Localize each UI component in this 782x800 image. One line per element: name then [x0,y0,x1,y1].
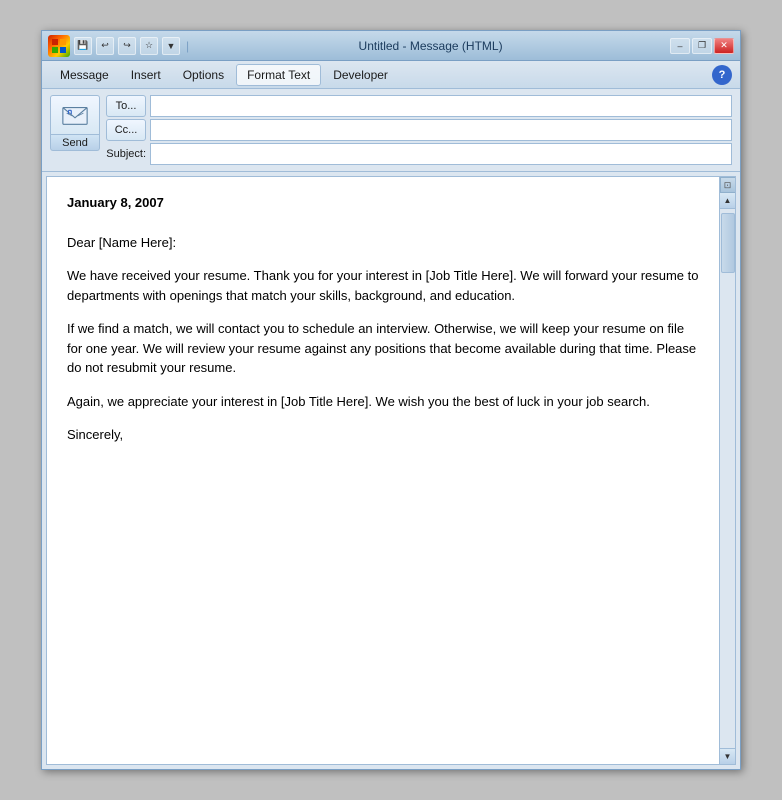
email-paragraph1: We have received your resume. Thank you … [67,266,699,305]
menu-message[interactable]: Message [50,65,119,85]
email-closing: Sincerely, [67,425,699,445]
scrollbar: ⊡ ▲ ▼ [719,177,735,764]
send-container: Send [50,95,100,151]
email-paragraph2: If we find a match, we will contact you … [67,319,699,378]
separator: | [186,39,189,53]
to-button[interactable]: To... [106,95,146,117]
body-area: January 8, 2007 Dear [Name Here]: We hav… [46,176,736,765]
subject-label: Subject: [106,148,146,160]
fields-container: To... Cc... Subject: [106,95,732,165]
send-label[interactable]: Send [50,135,100,151]
email-greeting: Dear [Name Here]: [67,233,699,253]
cc-row: Cc... [106,119,732,141]
scroll-up-button[interactable]: ▲ [720,193,736,209]
undo-button[interactable]: ↩ [96,37,114,55]
save-button[interactable]: 💾 [74,37,92,55]
title-bar: 💾 ↩ ↪ ☆ ▼ | Untitled - Message (HTML) – … [42,31,740,61]
menu-bar: Message Insert Options Format Text Devel… [42,61,740,89]
scroll-thumb[interactable] [721,213,735,273]
menu-developer[interactable]: Developer [323,65,398,85]
subject-row: Subject: [106,143,732,165]
cc-button[interactable]: Cc... [106,119,146,141]
send-icon-box[interactable] [50,95,100,135]
pin-button[interactable]: ☆ [140,37,158,55]
to-input[interactable] [150,95,732,117]
office-button[interactable] [48,35,70,57]
menu-options[interactable]: Options [173,65,234,85]
compose-header: Send To... Cc... Subject: [42,89,740,172]
close-button[interactable]: ✕ [714,38,734,54]
email-paragraph3: Again, we appreciate your interest in [J… [67,392,699,412]
scroll-top-icon: ⊡ [720,177,736,193]
outlook-window: 💾 ↩ ↪ ☆ ▼ | Untitled - Message (HTML) – … [41,30,741,770]
window-title: Untitled - Message (HTML) [195,39,666,53]
menu-insert[interactable]: Insert [121,65,171,85]
body-content[interactable]: January 8, 2007 Dear [Name Here]: We hav… [47,177,719,764]
cc-input[interactable] [150,119,732,141]
subject-input[interactable] [150,143,732,165]
scroll-down-button[interactable]: ▼ [720,748,736,764]
help-button[interactable]: ? [712,65,732,85]
redo-button[interactable]: ↪ [118,37,136,55]
restore-button[interactable]: ❐ [692,38,712,54]
minimize-button[interactable]: – [670,38,690,54]
email-date: January 8, 2007 [67,193,699,213]
customize-button[interactable]: ▼ [162,37,180,55]
to-row: To... [106,95,732,117]
scroll-track [720,209,736,748]
menu-format-text[interactable]: Format Text [236,64,321,86]
window-controls: – ❐ ✕ [670,38,734,54]
